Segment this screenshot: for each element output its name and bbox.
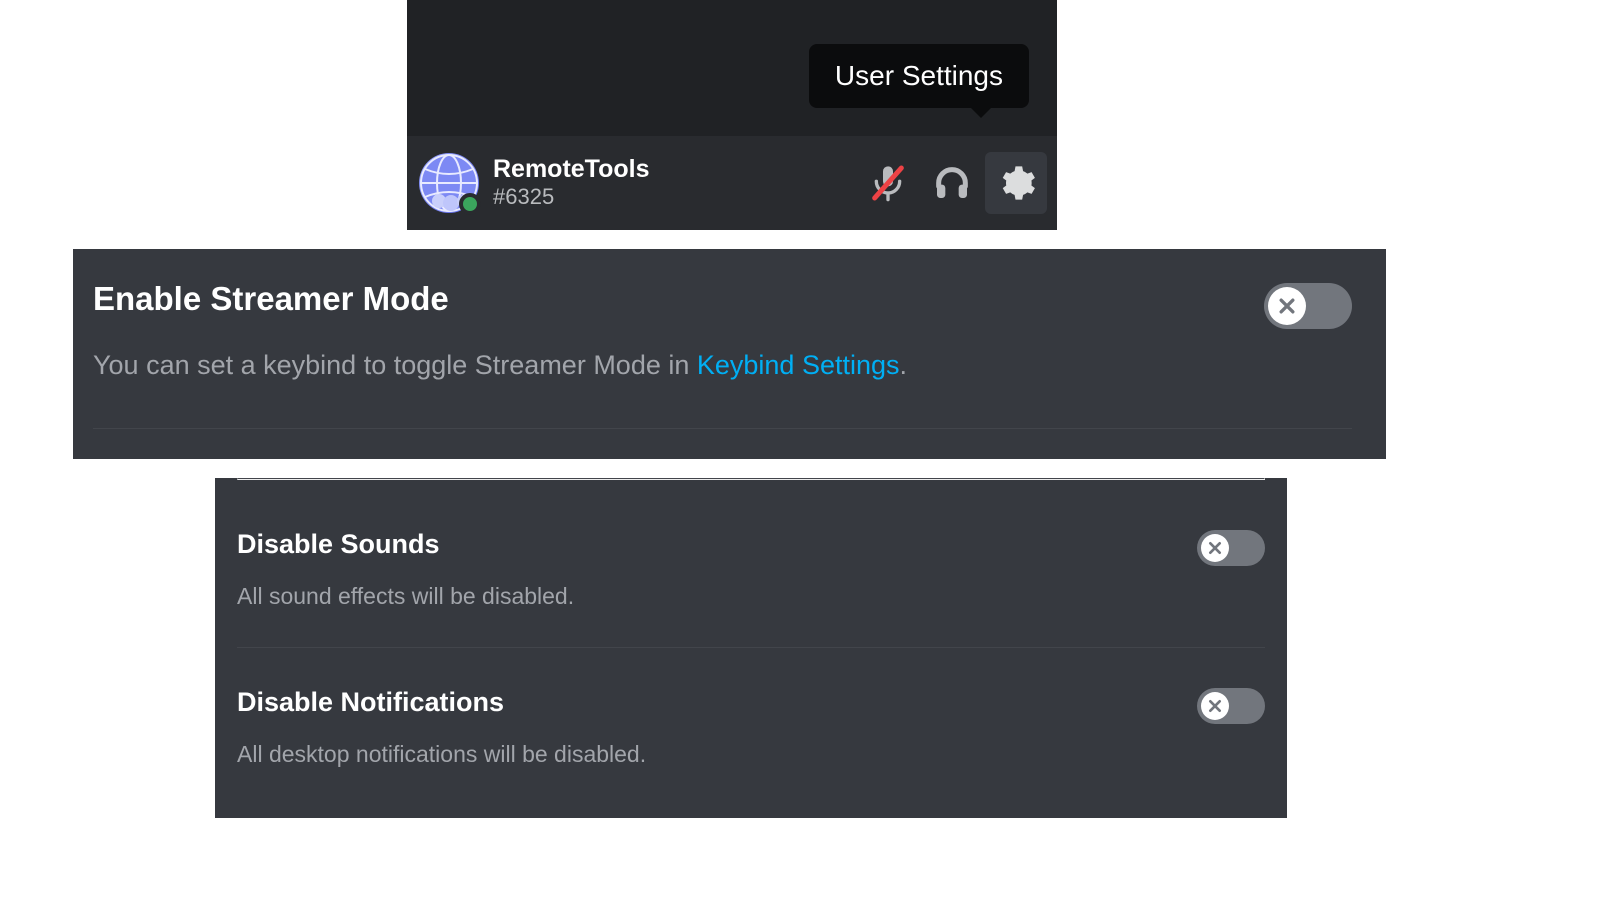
toggle-knob [1201, 534, 1229, 562]
close-icon [1207, 540, 1223, 556]
settings-tooltip: User Settings [809, 44, 1029, 108]
close-icon [1277, 296, 1297, 316]
keybind-settings-link[interactable]: Keybind Settings [697, 350, 900, 380]
discriminator: #6325 [493, 184, 857, 210]
settings-tooltip-label: User Settings [835, 60, 1003, 91]
control-icons [857, 152, 1047, 214]
disable-sounds-desc: All sound effects will be disabled. [237, 580, 1197, 612]
user-text-block[interactable]: RemoteTools #6325 [493, 156, 857, 210]
disable-notifications-row: Disable Notifications All desktop notifi… [237, 686, 1265, 771]
disable-sounds-block: Disable Sounds All sound effects will be… [237, 524, 1265, 613]
disable-notifications-toggle[interactable] [1197, 688, 1265, 724]
toggle-knob [1201, 692, 1229, 720]
disable-sounds-row: Disable Sounds All sound effects will be… [237, 528, 1265, 613]
streamer-mode-toggle[interactable] [1264, 283, 1352, 329]
toggle-knob [1268, 287, 1306, 325]
divider [93, 428, 1352, 429]
user-footer: RemoteTools #6325 [407, 136, 1057, 230]
divider [237, 478, 1265, 480]
gear-icon [996, 163, 1036, 203]
streamer-mode-panel: Enable Streamer Mode You can set a keybi… [73, 249, 1386, 459]
disable-sounds-toggle[interactable] [1197, 530, 1265, 566]
disable-notifications-title: Disable Notifications [237, 686, 1197, 718]
disable-sounds-title: Disable Sounds [237, 528, 1197, 560]
streamer-mode-desc-prefix: You can set a keybind to toggle Streamer… [93, 350, 697, 380]
disable-notifications-desc: All desktop notifications will be disabl… [237, 738, 1197, 770]
sounds-notifications-panel: Disable Sounds All sound effects will be… [215, 478, 1287, 818]
streamer-mode-row: Enable Streamer Mode You can set a keybi… [93, 279, 1352, 384]
mute-mic-button[interactable] [857, 152, 919, 214]
divider [237, 647, 1265, 648]
status-indicator-online [459, 193, 481, 215]
streamer-mode-desc: You can set a keybind to toggle Streamer… [93, 347, 1264, 385]
streamer-mode-desc-suffix: . [900, 350, 908, 380]
streamer-mode-title: Enable Streamer Mode [93, 279, 1264, 319]
user-settings-button[interactable] [985, 152, 1047, 214]
disable-notifications-block: Disable Notifications All desktop notifi… [237, 682, 1265, 771]
streamer-mode-text: Enable Streamer Mode You can set a keybi… [93, 279, 1264, 384]
user-area-panel: User Settings [407, 0, 1057, 230]
avatar[interactable] [419, 153, 479, 213]
username: RemoteTools [493, 156, 857, 184]
close-icon [1207, 698, 1223, 714]
deafen-button[interactable] [921, 152, 983, 214]
headphones-icon [932, 163, 972, 203]
mic-muted-icon [868, 163, 908, 203]
